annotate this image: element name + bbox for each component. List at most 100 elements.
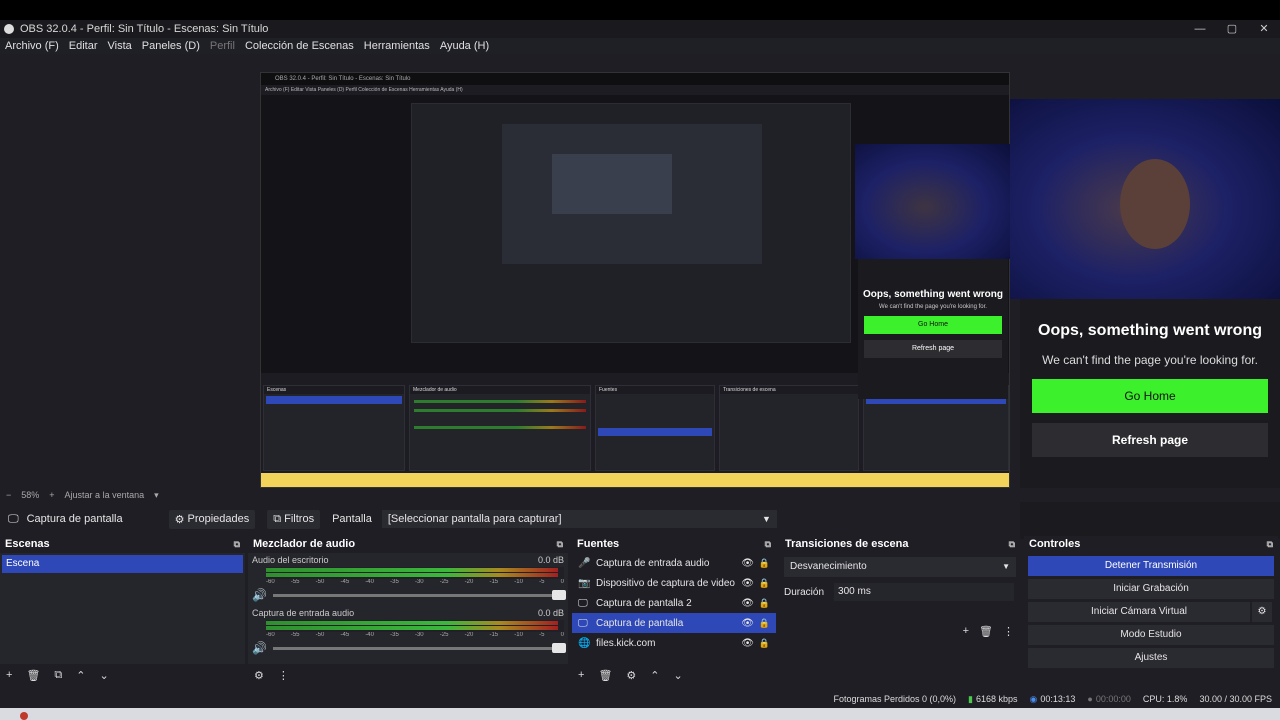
eye-icon[interactable]: 👁	[741, 598, 754, 609]
menu-perfil[interactable]: Perfil	[210, 40, 235, 52]
scenes-list: Escena	[0, 553, 245, 664]
lock-icon[interactable]: 🔒	[759, 558, 770, 569]
menu-vista[interactable]: Vista	[108, 40, 132, 52]
scene-item[interactable]: Escena	[2, 555, 243, 573]
mixer-channel: Audio del escritorio 0.0 dB -60 -55 -50 -45-…	[248, 553, 568, 606]
bitrate: 6168 kbps	[975, 694, 1018, 704]
fps: 30.00 / 30.00 FPS	[1199, 694, 1272, 704]
source-item-selected[interactable]: 🖵 Captura de pantalla 👁 🔒	[572, 613, 776, 633]
mixer-footer: ⚙ ⋮	[248, 664, 568, 686]
add-icon[interactable]: +	[6, 669, 12, 681]
eye-icon[interactable]: 👁	[741, 638, 754, 649]
trash-icon[interactable]: 🗑	[979, 625, 993, 638]
monitor-icon: 🖵	[578, 597, 588, 609]
source-item[interactable]: 🎤 Captura de entrada audio 👁 🔒	[572, 553, 776, 573]
more-icon[interactable]: ⋮	[278, 669, 289, 682]
arrow-down-icon[interactable]: ⌄	[99, 669, 108, 682]
close-button[interactable]: ✕	[1248, 20, 1280, 38]
arrow-up-icon[interactable]: ⌃	[650, 669, 659, 682]
zoom-in-button[interactable]: +	[49, 490, 54, 500]
taskbar	[0, 708, 1280, 720]
mini-error-title: Oops, something went wrong	[863, 289, 1003, 300]
trash-icon[interactable]: 🗑	[26, 669, 40, 682]
studio-mode-button[interactable]: Modo Estudio	[1028, 625, 1274, 645]
status-bar: Fotogramas Perdidos 0 (0,0%) ▮ 6168 kbps…	[0, 690, 1280, 708]
volume-knob[interactable]	[552, 589, 566, 600]
gear-icon[interactable]: ⚙	[254, 669, 264, 682]
lock-icon[interactable]: 🔒	[759, 578, 770, 589]
filters-button[interactable]: ⧉ Filtros	[267, 509, 321, 529]
source-item[interactable]: 📷 Dispositivo de captura de video 👁 🔒	[572, 573, 776, 593]
lock-icon[interactable]: 🔒	[759, 618, 770, 629]
stop-stream-button[interactable]: Detener Transmisión	[1028, 556, 1274, 576]
window-title: OBS 32.0.4 - Perfil: Sin Título - Escena…	[20, 23, 269, 35]
more-icon[interactable]: ⋮	[1003, 625, 1014, 638]
gear-icon[interactable]: ⚙	[626, 669, 636, 682]
speaker-icon[interactable]: 🔊	[252, 641, 267, 655]
settings-button[interactable]: Ajustes	[1028, 648, 1274, 668]
source-name: Captura de entrada audio	[596, 557, 710, 569]
channel-name: Audio del escritorio	[252, 555, 329, 565]
arrow-up-icon[interactable]: ⌃	[76, 669, 85, 682]
speaker-icon[interactable]: 🔊	[252, 588, 267, 602]
volume-knob[interactable]	[552, 642, 566, 653]
mixer-body: Audio del escritorio 0.0 dB -60 -55 -50 -45-…	[248, 553, 568, 664]
float-icon[interactable]: ⧉	[765, 539, 771, 550]
float-icon[interactable]: ⧉	[234, 539, 240, 550]
source-item[interactable]: 🌐 files.kick.com 👁 🔒	[572, 633, 776, 653]
properties-button[interactable]: ⚙ Propiedades	[168, 509, 256, 529]
filter-icon[interactable]: ⧉	[54, 669, 62, 682]
error-card: Oops, something went wrong We can't find…	[1020, 299, 1280, 539]
scenes-title: Escenas	[5, 538, 50, 550]
stream-icon: ◉	[1029, 693, 1038, 704]
preview-area[interactable]: OBS 32.0.4 - Perfil: Sin Título - Escena…	[0, 54, 1280, 539]
meter-tick: -10	[514, 579, 523, 585]
menu-editar[interactable]: Editar	[69, 40, 98, 52]
transitions-header: Transiciones de escena ⧉	[780, 536, 1020, 552]
eye-icon[interactable]: 👁	[741, 558, 754, 569]
record-time: 00:00:00	[1095, 694, 1131, 704]
lock-icon[interactable]: 🔒	[759, 598, 770, 609]
eye-icon[interactable]: 👁	[741, 578, 754, 589]
zoom-out-button[interactable]: −	[6, 490, 11, 500]
start-recording-button[interactable]: Iniciar Grabación	[1028, 579, 1274, 599]
minimize-button[interactable]: —	[1184, 20, 1216, 38]
meter-tick: -60	[266, 632, 275, 638]
float-icon[interactable]: ⧉	[1009, 539, 1015, 550]
menu-archivo[interactable]: Archivo (F)	[5, 40, 59, 52]
fit-window-select[interactable]: Ajustar a la ventana	[65, 490, 145, 500]
camera-icon: 📷	[578, 577, 591, 589]
gear-icon[interactable]: ⚙	[1252, 602, 1272, 622]
volume-slider[interactable]	[272, 589, 566, 600]
float-icon[interactable]: ⧉	[1267, 539, 1273, 550]
menu-paneles[interactable]: Paneles (D)	[142, 40, 200, 52]
volume-slider[interactable]	[272, 642, 566, 653]
duration-label: Duración	[784, 586, 825, 598]
transition-tools: + 🗑 ⋮	[963, 625, 1014, 638]
lock-icon[interactable]: 🔒	[759, 638, 770, 649]
duration-input[interactable]: 300 ms	[834, 583, 1015, 601]
screen-select[interactable]: [Seleccionar pantalla para capturar] ▼	[381, 510, 777, 528]
eye-icon[interactable]: 👁	[741, 618, 754, 629]
menu-ayuda[interactable]: Ayuda (H)	[440, 40, 489, 52]
transition-select[interactable]: Desvanecimiento ▼	[784, 557, 1016, 577]
menu-herramientas[interactable]: Herramientas	[364, 40, 430, 52]
chevron-down-icon[interactable]: ▾	[154, 490, 159, 501]
add-icon[interactable]: +	[963, 625, 969, 638]
mixer-title: Mezclador de audio	[253, 538, 356, 550]
start-virtual-camera-button[interactable]: Iniciar Cámara Virtual	[1091, 606, 1187, 617]
channel-db: 0.0 dB	[537, 555, 564, 565]
menu-coleccion[interactable]: Colección de Escenas	[245, 40, 354, 52]
microphone-icon: 🎤	[578, 557, 591, 569]
arrow-down-icon[interactable]: ⌄	[674, 669, 683, 682]
transitions-dock: Transiciones de escena ⧉ Desvanecimiento…	[780, 536, 1020, 686]
meter-tick: -30	[414, 579, 424, 585]
sources-title: Fuentes	[577, 538, 620, 550]
float-icon[interactable]: ⧉	[557, 539, 563, 550]
trash-icon[interactable]: 🗑	[598, 669, 612, 682]
maximize-button[interactable]: ▢	[1216, 20, 1248, 38]
meter-tick: -45	[340, 579, 350, 585]
add-icon[interactable]: +	[578, 669, 584, 681]
sources-list: 🎤 Captura de entrada audio 👁 🔒 📷 Dispositivo…	[572, 553, 776, 664]
source-item[interactable]: 🖵 Captura de pantalla 2 👁 🔒	[572, 593, 776, 613]
